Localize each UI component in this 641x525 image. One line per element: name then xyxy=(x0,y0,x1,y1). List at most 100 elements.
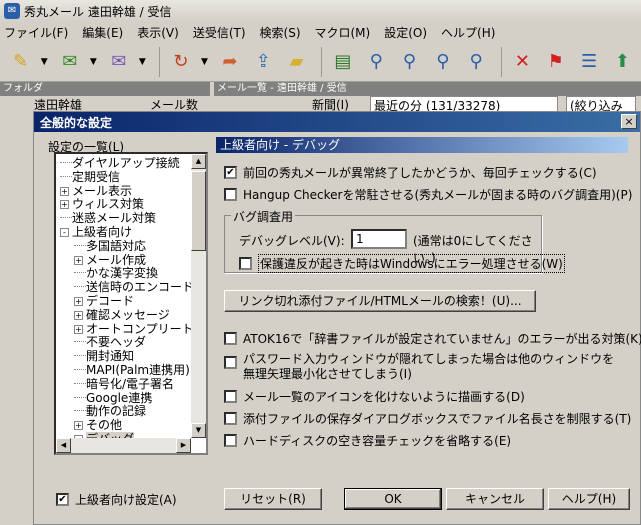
menu-settings[interactable]: 設定(O) xyxy=(384,24,427,41)
receive-icon[interactable]: ✉ xyxy=(104,47,133,77)
send-receive-icon[interactable]: ✉ xyxy=(55,47,84,77)
tree-item-label: 上級者向け xyxy=(72,225,133,239)
scroll-up-button[interactable]: ▲ xyxy=(191,154,206,169)
tree-item[interactable]: かな漢字変換 xyxy=(74,266,158,280)
menu-edit[interactable]: 編集(E) xyxy=(82,24,123,41)
password-window-checkbox[interactable]: パスワード入力ウィンドウが隠れてしまった場合は他のウィンドウを無理矢理最小化させ… xyxy=(224,352,624,382)
list-icon[interactable]: ☰ xyxy=(574,47,603,77)
attach-filename-checkbox[interactable]: 添付ファイルの保存ダイアログボックスでファイル名長さを制限する(T) xyxy=(224,410,631,427)
hangup-checker-checkbox[interactable]: Hangup Checkerを常駐させる(秀丸メールが固まる時のバグ調査用)(P… xyxy=(224,186,632,203)
search-icon[interactable]: ⚲ xyxy=(362,47,391,77)
atok-fix-checkbox[interactable]: ATOK16で「辞書ファイルが設定されていません」のエラーが出る対策(K) xyxy=(224,330,641,347)
flag-icon[interactable]: ⚑ xyxy=(541,47,570,77)
folder-icon[interactable]: ▰ xyxy=(282,47,311,77)
send-icon[interactable]: ⬆ xyxy=(608,47,637,77)
expand-icon[interactable]: + xyxy=(60,200,69,210)
tree-item[interactable]: - 上級者向け xyxy=(60,225,132,239)
expand-icon[interactable]: + xyxy=(74,297,83,306)
toolbar-separator xyxy=(321,46,323,77)
tree-item-label: デコード xyxy=(86,294,135,308)
tree-item-label: メール表示 xyxy=(72,183,133,198)
settings-dialog: 全般的な設定 × 設定の一覧(L) ダイヤルアップ接続 定期受信 + メール表示 + ウィ… xyxy=(33,111,641,525)
reset-button[interactable]: リセット(R) xyxy=(224,488,322,510)
icon-draw-checkbox[interactable]: メール一覧のアイコンを化けないように描画する(D) xyxy=(224,388,525,405)
protect-violation-checkbox[interactable]: 保護違反が起きた時はWindowsにエラー処理させる(W) xyxy=(239,254,565,273)
expand-icon[interactable]: + xyxy=(60,186,69,196)
find-next-icon[interactable]: ⚲ xyxy=(428,47,457,77)
compose-icon[interactable]: ✎ xyxy=(6,47,35,77)
tree-item[interactable]: 暗号化/電子署名 xyxy=(74,377,174,391)
chevron-down-icon[interactable]: ▼ xyxy=(39,47,49,77)
tree-item[interactable]: 動作の記録 xyxy=(74,404,146,418)
find-broken-links-button[interactable]: リンク切れ添付ファイル/HTMLメールの検索！(U)... xyxy=(224,290,536,312)
scroll-right-button[interactable]: ▶ xyxy=(176,438,191,453)
tree-item[interactable]: 定期受信 xyxy=(60,170,120,184)
menu-file[interactable]: ファイル(F) xyxy=(4,24,68,41)
checkbox-box xyxy=(224,434,237,447)
tree-item-label: 送信時のエンコード xyxy=(86,280,195,295)
tree-item[interactable]: Google連携 xyxy=(74,391,152,405)
upload-icon[interactable]: ⇪ xyxy=(249,47,278,77)
menu-send-receive[interactable]: 送受信(T) xyxy=(193,24,246,41)
expand-icon[interactable]: + xyxy=(74,255,83,265)
tree-item[interactable]: + ウィルス対策 xyxy=(60,197,144,211)
refresh-icon[interactable]: ↻ xyxy=(166,47,195,77)
tree-item[interactable]: 送信時のエンコード xyxy=(74,280,194,294)
dialog-titlebar: 全般的な設定 × xyxy=(34,112,640,132)
tree-item[interactable]: + その他 xyxy=(74,418,122,432)
book-icon[interactable]: ▤ xyxy=(328,47,357,77)
expand-icon[interactable]: + xyxy=(74,310,83,320)
tree-item-label: 暗号化/電子署名 xyxy=(86,376,175,391)
expand-icon[interactable]: + xyxy=(74,421,83,431)
bug-investigation-group: バグ調査用 デバッグレベル(V): 1 (通常は0にしてください。) 保護違反が… xyxy=(224,208,565,273)
menu-help[interactable]: ヘルプ(H) xyxy=(441,24,495,41)
tree-item[interactable]: 不要ヘッダ xyxy=(74,335,146,349)
tree-horizontal-scrollbar[interactable]: ◀ ▶ xyxy=(56,438,191,453)
menu-view[interactable]: 表示(V) xyxy=(137,24,179,41)
tree-item-label: ウィルス対策 xyxy=(72,197,145,212)
expand-icon[interactable]: + xyxy=(74,324,83,334)
delete-icon[interactable]: ✕ xyxy=(508,47,537,77)
menu-search[interactable]: 検索(S) xyxy=(260,24,301,41)
debug-level-input[interactable]: 1 xyxy=(351,229,407,249)
tree-item[interactable]: + 確認メッセージ xyxy=(74,308,170,322)
tree-item-label: 迷惑メール対策 xyxy=(72,211,157,226)
scroll-left-button[interactable]: ◀ xyxy=(56,438,71,453)
advanced-settings-checkbox[interactable]: ✔ 上級者向け設定(A) xyxy=(56,491,177,508)
menu-macro[interactable]: マクロ(M) xyxy=(315,24,371,41)
help-button[interactable]: ヘルプ(H) xyxy=(548,488,630,510)
tree-item[interactable]: 迷惑メール対策 xyxy=(60,211,156,225)
tree-item-label: オートコンプリート xyxy=(86,321,194,336)
tree-item[interactable]: + オートコンプリート xyxy=(74,322,194,336)
disk-check-checkbox[interactable]: ハードディスクの空き容量チェックを省略する(E) xyxy=(224,432,511,449)
check-icon: ✔ xyxy=(224,166,237,179)
scroll-thumb[interactable] xyxy=(191,171,206,251)
find-icon[interactable]: ⚲ xyxy=(395,47,424,77)
chevron-down-icon[interactable]: ▼ xyxy=(88,47,98,77)
settings-tree[interactable]: ダイヤルアップ接続 定期受信 + メール表示 + ウィルス対策 迷惑メール対策 - 上級者向け多… xyxy=(54,152,208,455)
folder-pane-header: フォルダ xyxy=(0,82,210,96)
tree-item[interactable]: 開封通知 xyxy=(74,349,134,363)
tree-item-label: その他 xyxy=(86,418,123,433)
checkbox-box xyxy=(224,412,237,425)
tree-item[interactable]: + メール作成 xyxy=(74,253,146,267)
chevron-down-icon[interactable]: ▼ xyxy=(200,47,210,77)
close-button[interactable]: × xyxy=(621,114,637,129)
tree-connector xyxy=(74,410,86,412)
forward-icon[interactable]: ➦ xyxy=(215,47,244,77)
tree-item[interactable]: + メール表示 xyxy=(60,184,132,198)
tree-item[interactable]: 多国語対応 xyxy=(74,239,146,253)
collapse-icon[interactable]: - xyxy=(60,228,69,237)
chevron-down-icon[interactable]: ▼ xyxy=(137,47,147,77)
tree-item[interactable]: MAPI(Palm連携用) xyxy=(74,363,190,377)
tree-vertical-scrollbar[interactable]: ▲ ▼ xyxy=(191,154,206,438)
tree-item[interactable]: + デコード xyxy=(74,294,134,308)
group-label: バグ調査用 xyxy=(231,208,296,225)
toolbar-separator xyxy=(159,46,161,77)
ok-button[interactable]: OK xyxy=(344,488,442,510)
tree-item[interactable]: ダイヤルアップ接続 xyxy=(60,156,180,170)
cancel-button[interactable]: キャンセル xyxy=(446,488,544,510)
crash-check-checkbox[interactable]: ✔ 前回の秀丸メールが異常終了したかどうか、毎回チェックする(C) xyxy=(224,164,597,181)
scroll-down-button[interactable]: ▼ xyxy=(191,423,206,438)
find-prev-icon[interactable]: ⚲ xyxy=(461,47,490,77)
